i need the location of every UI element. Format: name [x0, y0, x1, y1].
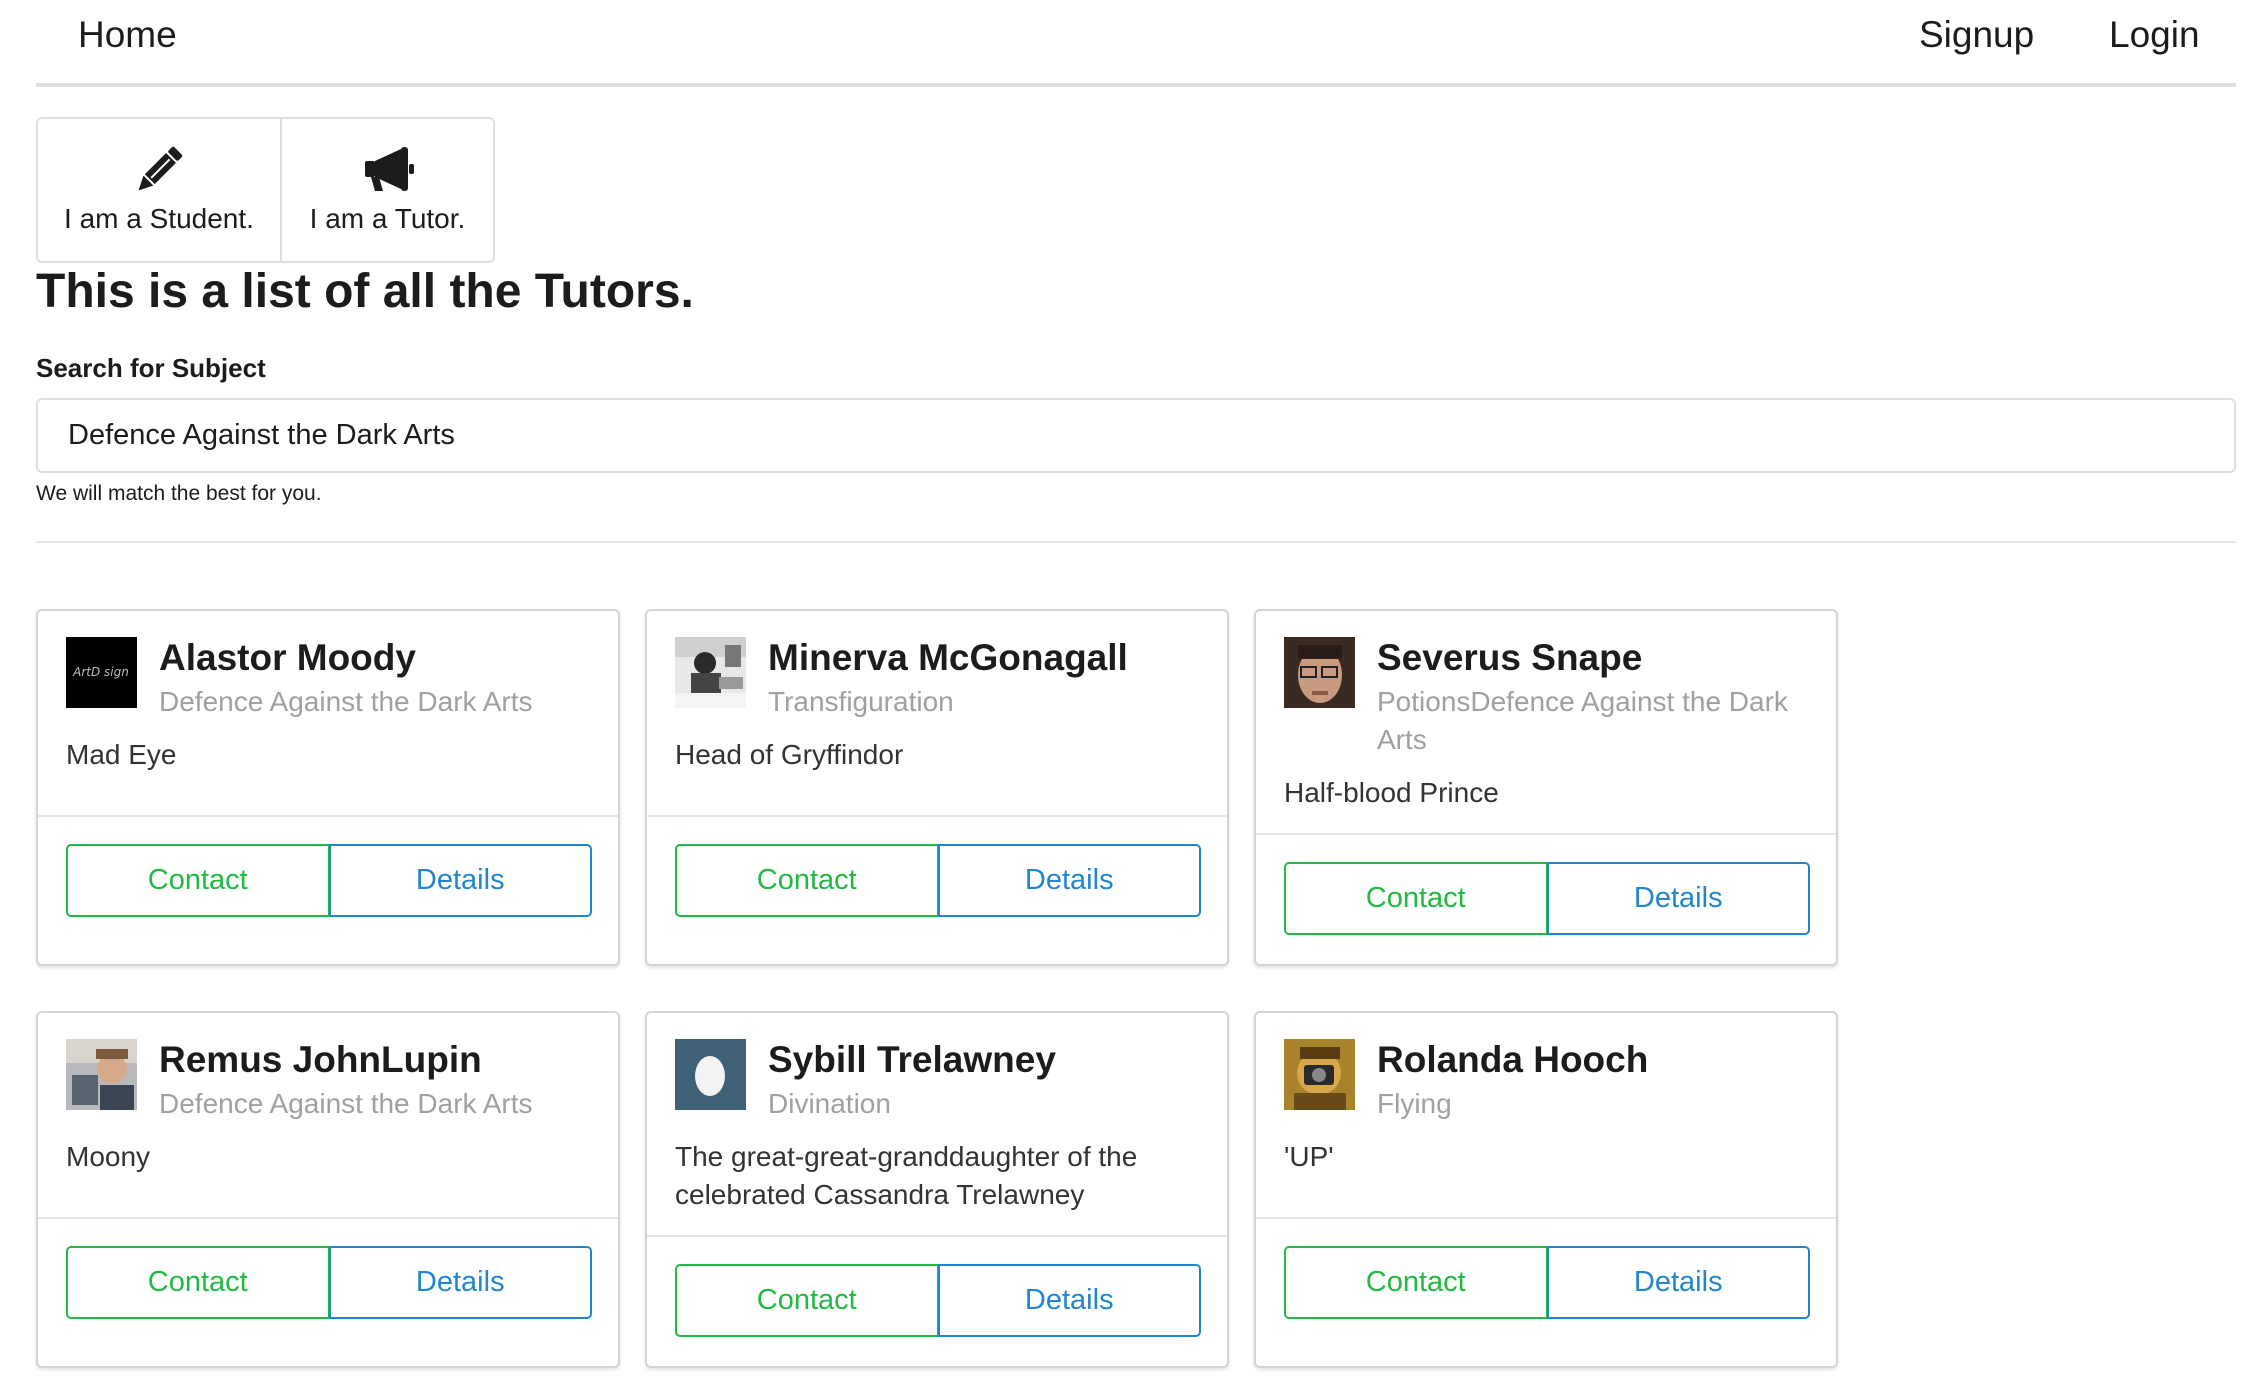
tutor-card: Minerva McGonagall Transfiguration Head …: [645, 609, 1229, 966]
subject-search-input[interactable]: [36, 398, 2236, 473]
tutor-card: Severus Snape PotionsDefence Against the…: [1254, 609, 1838, 966]
action-button-group: Contact Details: [66, 844, 592, 917]
egg-avatar: [675, 1039, 746, 1110]
student-role-button[interactable]: I am a Student.: [38, 119, 282, 261]
page: Home Signup Login I am a Student. I am a…: [0, 0, 2260, 1388]
card-actions: Contact Details: [1256, 833, 1836, 964]
man-photo-avatar: [66, 1039, 137, 1110]
action-button-group: Contact Details: [1284, 1246, 1810, 1319]
contact-button[interactable]: Contact: [675, 844, 939, 917]
tutor-name: Remus JohnLupin: [159, 1039, 482, 1080]
role-selector: I am a Student. I am a Tutor.: [36, 117, 495, 263]
tutor-avatar: [1284, 1039, 1355, 1110]
card-actions: Contact Details: [38, 815, 618, 964]
tutor-card: Sybill Trelawney Divination The great-gr…: [645, 1011, 1229, 1368]
divider: [36, 541, 2236, 543]
tutor-role-button[interactable]: I am a Tutor.: [282, 119, 493, 261]
tutor-name: Severus Snape: [1377, 637, 1643, 678]
student-role-label: I am a Student.: [64, 203, 254, 234]
tutor-avatar: [1284, 637, 1355, 708]
tutor-avatar: ArtD sign: [66, 637, 137, 708]
card-actions: Contact Details: [1256, 1217, 1836, 1366]
tutor-name: Alastor Moody: [159, 637, 416, 678]
bullhorn-icon: [364, 147, 414, 191]
contact-button[interactable]: Contact: [66, 1246, 330, 1319]
svg-text:ArtD sign: ArtD sign: [72, 665, 129, 679]
glasses-man-avatar: [1284, 637, 1355, 708]
details-button[interactable]: Details: [1546, 1246, 1810, 1319]
action-button-group: Contact Details: [66, 1246, 592, 1319]
tutor-role-label: I am a Tutor.: [309, 203, 466, 234]
details-button[interactable]: Details: [937, 844, 1201, 917]
tutor-subject: Defence Against the Dark Arts: [159, 686, 533, 717]
card-actions: Contact Details: [647, 815, 1227, 964]
search-label: Search for Subject: [36, 353, 266, 383]
page-title: This is a list of all the Tutors.: [36, 265, 694, 318]
artdesign-logo-avatar: ArtD sign: [66, 637, 137, 708]
tutor-avatar: [675, 1039, 746, 1110]
action-button-group: Contact Details: [675, 1264, 1201, 1337]
contact-button[interactable]: Contact: [1284, 862, 1548, 935]
card-actions: Contact Details: [647, 1235, 1227, 1366]
tutor-description: Half-blood Prince: [1284, 777, 1499, 808]
tutor-card: Remus JohnLupin Defence Against the Dark…: [36, 1011, 620, 1368]
nav-login-link[interactable]: Login: [2109, 14, 2200, 56]
nav-home-link[interactable]: Home: [78, 14, 177, 56]
tutor-name: Minerva McGonagall: [768, 637, 1128, 678]
tutor-description: Head of Gryffindor: [675, 739, 904, 770]
tutor-subject: Transfiguration: [768, 686, 954, 717]
details-button[interactable]: Details: [1546, 862, 1810, 935]
nav-signup-link[interactable]: Signup: [1919, 14, 2034, 56]
tutor-card: Rolanda Hooch Flying 'UP' Contact Detail…: [1254, 1011, 1838, 1368]
tutor-subject: Divination: [768, 1088, 891, 1119]
camera-person-avatar: [1284, 1039, 1355, 1110]
tutor-name: Sybill Trelawney: [768, 1039, 1056, 1080]
contact-button[interactable]: Contact: [66, 844, 330, 917]
details-button[interactable]: Details: [328, 1246, 592, 1319]
details-button[interactable]: Details: [328, 844, 592, 917]
tutor-subject: Defence Against the Dark Arts: [159, 1088, 533, 1119]
pencil-icon: [138, 146, 183, 191]
tutor-description: The great-great-granddaughter of the cel…: [675, 1141, 1138, 1210]
tutor-name: Rolanda Hooch: [1377, 1039, 1649, 1080]
search-help-text: We will match the best for you.: [36, 482, 322, 505]
tutor-subject: PotionsDefence Against the Dark Arts: [1377, 686, 1788, 755]
tutor-card: ArtD sign Alastor Moody Defence Against …: [36, 609, 620, 966]
contact-button[interactable]: Contact: [675, 1264, 939, 1337]
tutor-description: 'UP': [1284, 1141, 1334, 1172]
bw-photo-avatar: [675, 637, 746, 708]
contact-button[interactable]: Contact: [1284, 1246, 1548, 1319]
tutor-description: Mad Eye: [66, 739, 177, 770]
card-actions: Contact Details: [38, 1217, 618, 1366]
details-button[interactable]: Details: [937, 1264, 1201, 1337]
tutor-subject: Flying: [1377, 1088, 1452, 1119]
action-button-group: Contact Details: [675, 844, 1201, 917]
tutor-avatar: [66, 1039, 137, 1110]
top-menu: Home Signup Login: [36, 0, 2236, 87]
tutor-description: Moony: [66, 1141, 151, 1172]
action-button-group: Contact Details: [1284, 862, 1810, 935]
tutor-avatar: [675, 637, 746, 708]
